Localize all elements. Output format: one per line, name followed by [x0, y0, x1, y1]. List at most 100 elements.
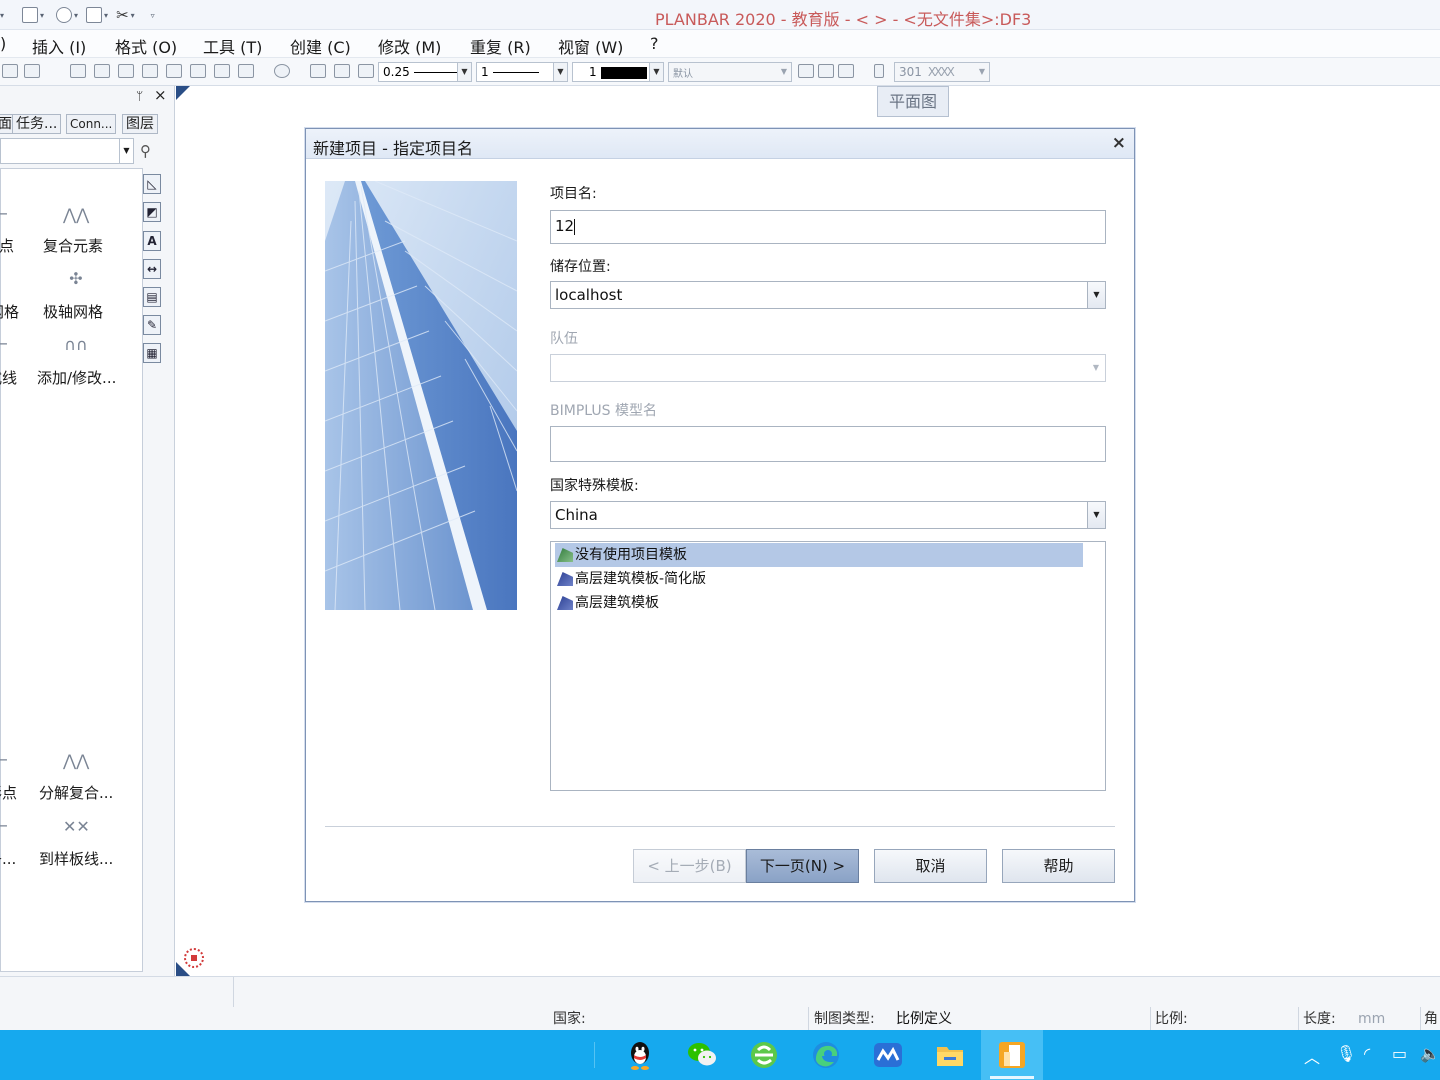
pin-icon[interactable]: ᛘ [136, 89, 143, 103]
menu-item-format[interactable]: 格式 (O) [115, 34, 177, 58]
qq-icon[interactable] [624, 1039, 656, 1071]
palette-item-shape-point[interactable]: 形点 [0, 782, 17, 803]
country-template-select[interactable]: China ▼ [550, 501, 1106, 529]
redo-icon[interactable] [24, 64, 40, 78]
list-item-highrise-simplified[interactable]: 高层建筑模板-简化版 [555, 567, 1083, 591]
bimplus-model-input[interactable] [550, 426, 1106, 462]
menu-item-insert[interactable]: 插入 (I) [32, 34, 86, 58]
menu-item-view[interactable]: ) [0, 34, 6, 53]
palette-item-point[interactable]: 点 [0, 235, 14, 256]
palette-item-polyline[interactable]: 式线 [0, 367, 17, 388]
palette-item-polar-grid[interactable]: 极轴网格 [43, 301, 103, 322]
pen-icon[interactable] [358, 64, 374, 78]
wifi-icon[interactable]: ◜ [1364, 1044, 1370, 1063]
edge-browser-icon[interactable] [810, 1039, 842, 1071]
tools-icon[interactable]: ✂ [116, 6, 129, 24]
cloud-app-icon[interactable] [872, 1039, 904, 1071]
3d-box-icon[interactable] [238, 64, 254, 78]
cancel-button[interactable]: 取消 [874, 849, 987, 883]
tab-layers[interactable]: 图层 [122, 114, 158, 134]
palette-item-grid[interactable]: 网格 [0, 301, 19, 322]
elevation-icon[interactable]: ◩ [143, 202, 161, 222]
chevron-down-icon[interactable]: ▼ [1087, 502, 1105, 528]
palette-item-composite-element[interactable]: 复合元素 [43, 235, 103, 256]
chevron-down-icon[interactable]: ▼ [457, 63, 471, 81]
chevron-down-icon[interactable]: ▼ [553, 63, 567, 81]
section-icon[interactable] [214, 64, 230, 78]
chevron-down-icon[interactable]: ▼ [119, 139, 133, 163]
loop-dropdown-icon[interactable]: ▾ [40, 11, 44, 20]
layout-icon[interactable] [86, 7, 103, 23]
line-tool-icon[interactable] [70, 64, 86, 78]
layer-visibility-icon[interactable] [798, 64, 814, 78]
layer-lock-icon[interactable] [818, 64, 834, 78]
wechat-icon[interactable] [686, 1039, 718, 1071]
cut-tool-icon[interactable] [142, 64, 158, 78]
edit-text-icon[interactable]: ✎ [143, 315, 161, 335]
copy-view-icon[interactable] [190, 64, 206, 78]
undo-icon[interactable] [2, 64, 18, 78]
layer-stack-icon[interactable] [838, 64, 854, 78]
next-button[interactable]: 下一页(N) > [746, 849, 859, 883]
file-explorer-icon[interactable] [934, 1039, 966, 1071]
tools-dropdown-icon[interactable]: ▾ [131, 11, 135, 20]
line-type-select[interactable]: 1 ▼ [476, 62, 568, 82]
function-search-input[interactable]: ▼ [0, 138, 134, 164]
hatch-chain-icon[interactable] [874, 64, 884, 78]
menu-item-tools[interactable]: 工具 (T) [203, 34, 262, 58]
project-name-input[interactable]: 12 [550, 210, 1106, 244]
undo-dropdown-icon[interactable]: ▾ [0, 11, 4, 20]
palette-item-add-modify[interactable]: 添加/修改... [37, 367, 116, 388]
text-icon[interactable]: A [143, 231, 161, 251]
area-tool-icon[interactable] [118, 64, 134, 78]
status-length-unit[interactable]: mm [1358, 1007, 1385, 1031]
pen-thickness-select[interactable]: 0.25 ▼ [378, 62, 472, 82]
chevron-down-icon[interactable]: ▼ [1087, 282, 1105, 308]
layer-select[interactable]: 默认 ▼ [668, 62, 792, 82]
settings-dropdown-icon[interactable]: ▾ [74, 11, 78, 20]
image-icon[interactable]: ▦ [143, 343, 161, 363]
back-button[interactable]: < 上一步(B) [633, 849, 746, 883]
close-icon[interactable]: × [1112, 133, 1126, 153]
label-icon[interactable]: ▤ [143, 287, 161, 307]
zoom-icon[interactable] [274, 64, 290, 78]
dimension-tool-icon[interactable] [94, 64, 110, 78]
tab-plan-view[interactable]: 平面图 [877, 86, 949, 117]
chevron-down-icon[interactable]: ▼ [777, 63, 791, 81]
tab-tasks[interactable]: 任务... [12, 114, 62, 134]
measure-icon[interactable]: ↔ [143, 259, 161, 279]
chevron-down-icon[interactable]: ▼ [975, 63, 989, 81]
navigation-icon[interactable] [184, 948, 204, 968]
tab-connect[interactable]: Conn... [66, 114, 117, 134]
loop-icon[interactable] [22, 7, 39, 23]
chevron-down-icon[interactable]: ▼ [649, 63, 663, 81]
volume-icon[interactable]: 🔈 [1420, 1044, 1440, 1063]
menu-item-help[interactable]: ? [650, 34, 659, 53]
project-template-list[interactable]: 没有使用项目模板 高层建筑模板-简化版 高层建筑模板 [550, 541, 1106, 791]
palette-item-explode-composite[interactable]: 分解复合... [39, 782, 113, 803]
browser-e-icon[interactable] [748, 1039, 780, 1071]
pattern-select[interactable]: 301 XXXX ▼ [894, 62, 990, 82]
menu-item-modify[interactable]: 修改 (M) [378, 34, 441, 58]
palette-item-template-line[interactable]: 到样板线... [39, 848, 113, 869]
menu-item-create[interactable]: 创建 (C) [290, 34, 351, 58]
dimension-icon[interactable]: ◺ [143, 174, 161, 194]
color-select[interactable]: 1 ▼ [572, 62, 664, 82]
list-item-highrise[interactable]: 高层建筑模板 [555, 591, 1083, 615]
menu-item-window[interactable]: 视窗 (W) [558, 34, 623, 58]
settings-icon[interactable] [56, 7, 73, 23]
layout-dropdown-icon[interactable]: ▾ [104, 11, 108, 20]
tray-chevron-up-icon[interactable]: ︿ [1304, 1044, 1320, 1068]
planbar-app-icon[interactable] [996, 1039, 1028, 1071]
view-tool-icon[interactable] [166, 64, 182, 78]
help-button[interactable]: 帮助 [1002, 849, 1115, 883]
close-icon[interactable]: × [154, 86, 167, 104]
palette-item-strip[interactable]: 条... [0, 848, 16, 869]
list-item-no-template[interactable]: 没有使用项目模板 [555, 543, 1083, 567]
customize-icon[interactable]: ▿ [151, 11, 155, 20]
menu-item-repeat[interactable]: 重复 (R) [470, 34, 531, 58]
brush-icon[interactable] [310, 64, 326, 78]
pencil-icon[interactable] [334, 64, 350, 78]
storage-location-select[interactable]: localhost ▼ [550, 281, 1106, 309]
microphone-icon[interactable]: 🎙 [1336, 1044, 1356, 1063]
